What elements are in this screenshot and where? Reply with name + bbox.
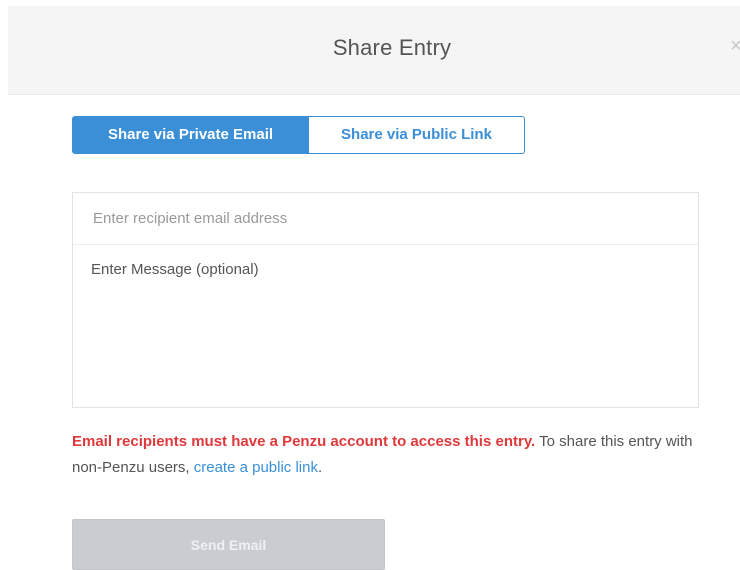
share-tabs: Share via Private Email Share via Public… [72,116,525,154]
modal-title: Share Entry [332,35,452,60]
share-notice: Email recipients must have a Penzu accou… [72,429,712,481]
recipient-email-input[interactable] [73,193,698,245]
message-input[interactable] [73,245,698,407]
account-warning: Email recipients must have a Penzu accou… [72,433,536,450]
send-email-button[interactable]: Send Email [72,519,385,570]
close-icon[interactable]: × [730,36,740,56]
tab-private-email[interactable]: Share via Private Email [72,116,309,154]
share-entry-modal: Share Entry × Share via Private Email Sh… [0,0,740,570]
create-public-link[interactable]: create a public link [194,459,318,476]
share-form [72,192,699,408]
tab-public-link[interactable]: Share via Public Link [309,116,525,154]
notice-end: . [317,459,323,476]
modal-header: Share Entry × [8,6,740,95]
